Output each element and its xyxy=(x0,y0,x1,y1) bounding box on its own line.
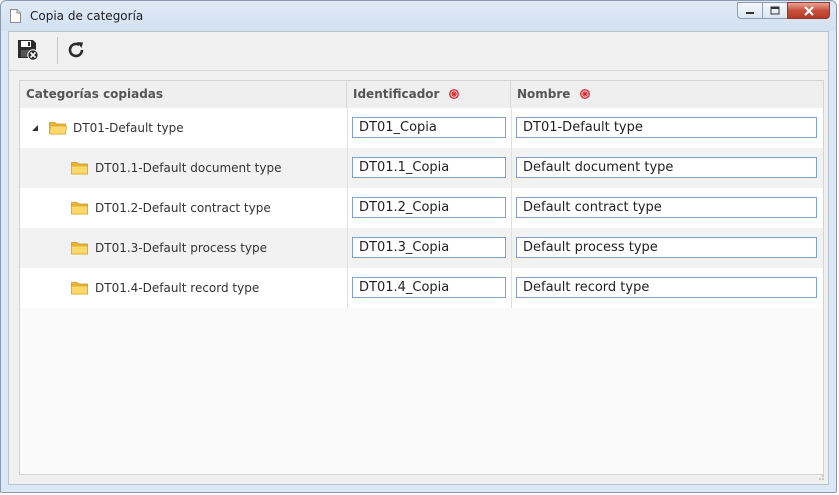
copied-categories-grid: Categorías copiadas Identificador Nombre xyxy=(19,80,824,475)
category-label: DT01.3-Default process type xyxy=(95,241,268,255)
refresh-icon xyxy=(68,42,84,58)
minimize-icon xyxy=(746,11,754,14)
minimize-button[interactable] xyxy=(737,2,763,19)
document-icon xyxy=(10,9,21,23)
table-row[interactable]: DT01.4-Default record type DT01.4_Copia … xyxy=(20,268,823,308)
category-cell: DT01.4-Default record type xyxy=(71,268,259,308)
title-bar[interactable]: Copia de categoría xyxy=(1,1,836,31)
column-header-label: Identificador xyxy=(353,87,440,101)
maximize-icon xyxy=(770,6,780,15)
category-label: DT01-Default type xyxy=(73,121,184,135)
folder-icon xyxy=(71,242,88,255)
folder-icon xyxy=(71,202,88,215)
identificador-input[interactable]: DT01.2_Copia xyxy=(352,197,506,218)
identificador-input[interactable]: DT01.1_Copia xyxy=(352,157,506,178)
column-header-categories[interactable]: Categorías copiadas xyxy=(20,81,347,108)
identificador-input[interactable]: DT01.3_Copia xyxy=(352,237,506,258)
folder-icon xyxy=(71,162,88,175)
toolbar-divider xyxy=(9,70,828,71)
column-header-label: Categorías copiadas xyxy=(26,87,164,101)
open-folder-icon xyxy=(49,122,67,135)
nombre-input[interactable]: Default record type xyxy=(516,277,817,298)
table-row[interactable]: DT01.1-Default document type DT01.1_Copi… xyxy=(20,148,823,188)
category-cell: DT01.3-Default process type xyxy=(71,228,267,268)
collapse-arrow-icon[interactable] xyxy=(30,123,40,133)
nombre-input[interactable]: Default contract type xyxy=(516,197,817,218)
table-row[interactable]: DT01-Default type DT01_Copia DT01-Defaul… xyxy=(20,108,823,148)
toolbar-separator xyxy=(57,37,58,64)
resize-grip-icon[interactable] xyxy=(815,471,825,481)
nombre-input[interactable]: Default document type xyxy=(516,157,817,178)
window-title: Copia de categoría xyxy=(30,9,144,23)
category-cell: DT01-Default type xyxy=(30,108,184,148)
category-cell: DT01.1-Default document type xyxy=(71,148,281,188)
category-label: DT01.1-Default document type xyxy=(95,161,282,175)
column-header-nombre[interactable]: Nombre xyxy=(511,81,823,108)
column-divider xyxy=(347,108,348,308)
grid-header: Categorías copiadas Identificador Nombre xyxy=(20,81,823,109)
column-header-identificador[interactable]: Identificador xyxy=(347,81,511,108)
maximize-button[interactable] xyxy=(762,2,788,19)
nombre-input[interactable]: Default process type xyxy=(516,237,817,258)
category-label: DT01.4-Default record type xyxy=(95,281,260,295)
nombre-input[interactable]: DT01-Default type xyxy=(516,117,817,138)
dialog-content: Categorías copiadas Identificador Nombre xyxy=(8,31,829,485)
category-cell: DT01.2-Default contract type xyxy=(71,188,271,228)
category-label: DT01.2-Default contract type xyxy=(95,201,271,215)
save-close-icon xyxy=(18,40,39,61)
column-header-label: Nombre xyxy=(517,87,571,101)
folder-icon xyxy=(71,282,88,295)
close-button[interactable] xyxy=(787,2,830,19)
table-row[interactable]: DT01.2-Default contract type DT01.2_Copi… xyxy=(20,188,823,228)
table-row[interactable]: DT01.3-Default process type DT01.3_Copia… xyxy=(20,228,823,268)
identificador-input[interactable]: DT01.4_Copia xyxy=(352,277,506,298)
dialog-window: Copia de categoría Categorías copiadas I… xyxy=(0,0,837,493)
window-controls xyxy=(737,2,830,19)
column-divider xyxy=(511,108,512,308)
identificador-input[interactable]: DT01_Copia xyxy=(352,117,506,138)
required-icon xyxy=(448,88,459,99)
required-icon xyxy=(579,88,590,99)
toolbar xyxy=(9,32,828,70)
refresh-button[interactable] xyxy=(63,37,89,63)
close-icon xyxy=(803,5,814,16)
save-close-button[interactable] xyxy=(15,37,41,63)
